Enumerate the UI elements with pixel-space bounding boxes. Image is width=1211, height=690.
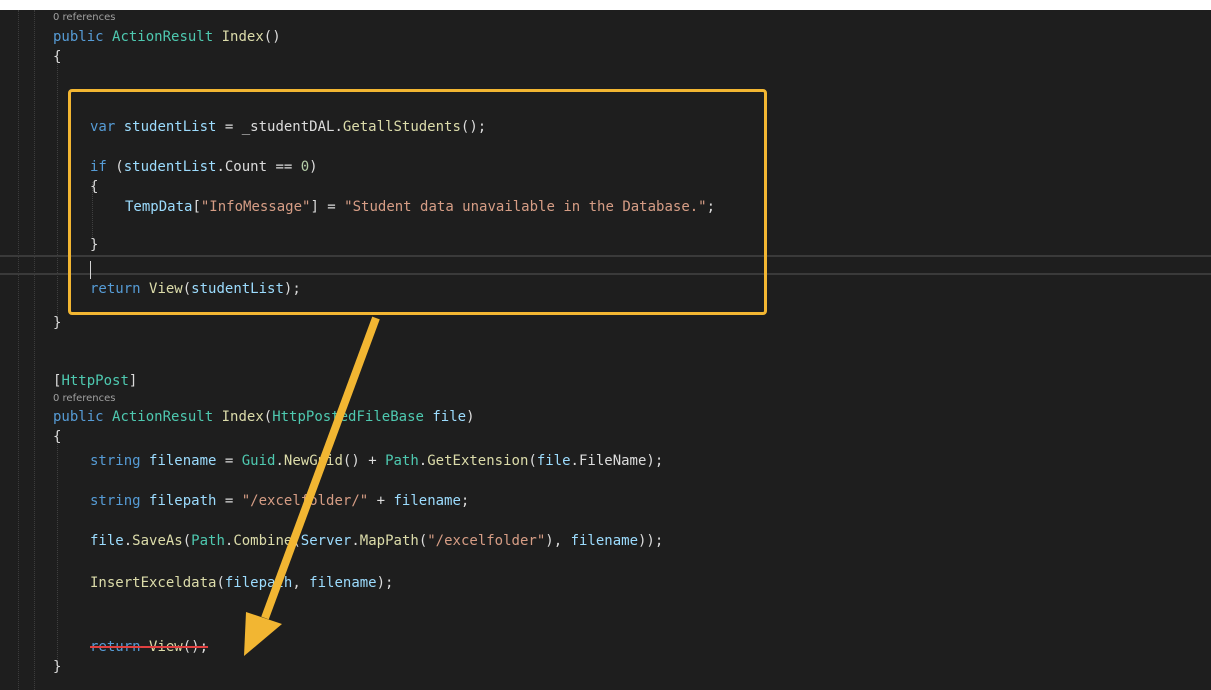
arrow-shaft [261, 316, 380, 620]
arrow-head [244, 612, 282, 656]
annotation-arrow [244, 316, 380, 656]
